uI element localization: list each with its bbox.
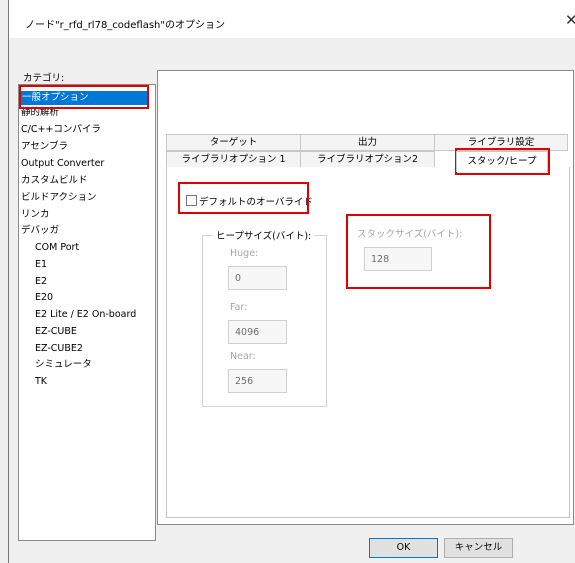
category-item-e2-lite[interactable]: E2 Lite / E2 On-board	[35, 308, 136, 322]
highlight-general-options	[19, 85, 149, 109]
category-item-c-cpp-compiler[interactable]: C/C++コンパイラ	[21, 123, 101, 137]
category-item-tk[interactable]: TK	[35, 375, 47, 389]
category-item-ez-cube2[interactable]: EZ-CUBE2	[35, 342, 83, 356]
category-item-assembler[interactable]: アセンブラ	[21, 140, 68, 154]
category-item-custom-build[interactable]: カスタムビルド	[21, 174, 88, 188]
category-item-output-converter[interactable]: Output Converter	[21, 157, 104, 171]
category-list[interactable]: 一般オプション 静的解析 C/C++コンパイラ アセンブラ Output Con…	[18, 84, 156, 541]
category-item-e1[interactable]: E1	[35, 258, 47, 272]
far-label: Far:	[230, 302, 248, 313]
near-field[interactable]: 256	[228, 369, 287, 393]
options-dialog: ノード"r_rfd_rl78_codeflash"のオプション ✕ カテゴリ: …	[0, 0, 575, 563]
category-item-e2[interactable]: E2	[35, 275, 47, 289]
category-item-simulator[interactable]: シミュレータ	[35, 358, 92, 372]
close-icon[interactable]: ✕	[565, 11, 575, 29]
heap-size-title: ヒープサイズ(バイト):	[213, 228, 315, 242]
title-bar: ノード"r_rfd_rl78_codeflash"のオプション ✕	[9, 0, 575, 38]
category-item-com-port[interactable]: COM Port	[35, 241, 79, 255]
tab-output[interactable]: 出力	[300, 134, 435, 151]
tab-target[interactable]: ターゲット	[166, 134, 301, 151]
huge-field[interactable]: 0	[228, 266, 287, 290]
cancel-button[interactable]: キャンセル	[444, 538, 513, 558]
category-label: カテゴリ:	[23, 73, 65, 84]
far-field[interactable]: 4096	[228, 320, 287, 344]
tab-library-options-1[interactable]: ライブラリオプション 1	[166, 151, 301, 168]
category-item-debugger[interactable]: デバッガ	[21, 224, 59, 238]
window-left-border	[8, 0, 9, 563]
highlight-stack-size	[346, 214, 491, 289]
category-item-e20[interactable]: E20	[35, 291, 53, 305]
huge-label: Huge:	[230, 248, 259, 259]
highlight-override-checkbox	[178, 182, 309, 214]
near-label: Near:	[230, 351, 256, 362]
tab-stack-heap[interactable]: スタック/ヒープ	[456, 151, 548, 172]
ok-button[interactable]: OK	[369, 538, 438, 558]
tab-library-options-2[interactable]: ライブラリオプション2	[300, 151, 435, 168]
category-item-linker[interactable]: リンカ	[21, 208, 50, 222]
category-item-ez-cube[interactable]: EZ-CUBE	[35, 325, 77, 339]
window-title: ノード"r_rfd_rl78_codeflash"のオプション	[25, 20, 225, 31]
category-item-build-actions[interactable]: ビルドアクション	[21, 191, 97, 205]
